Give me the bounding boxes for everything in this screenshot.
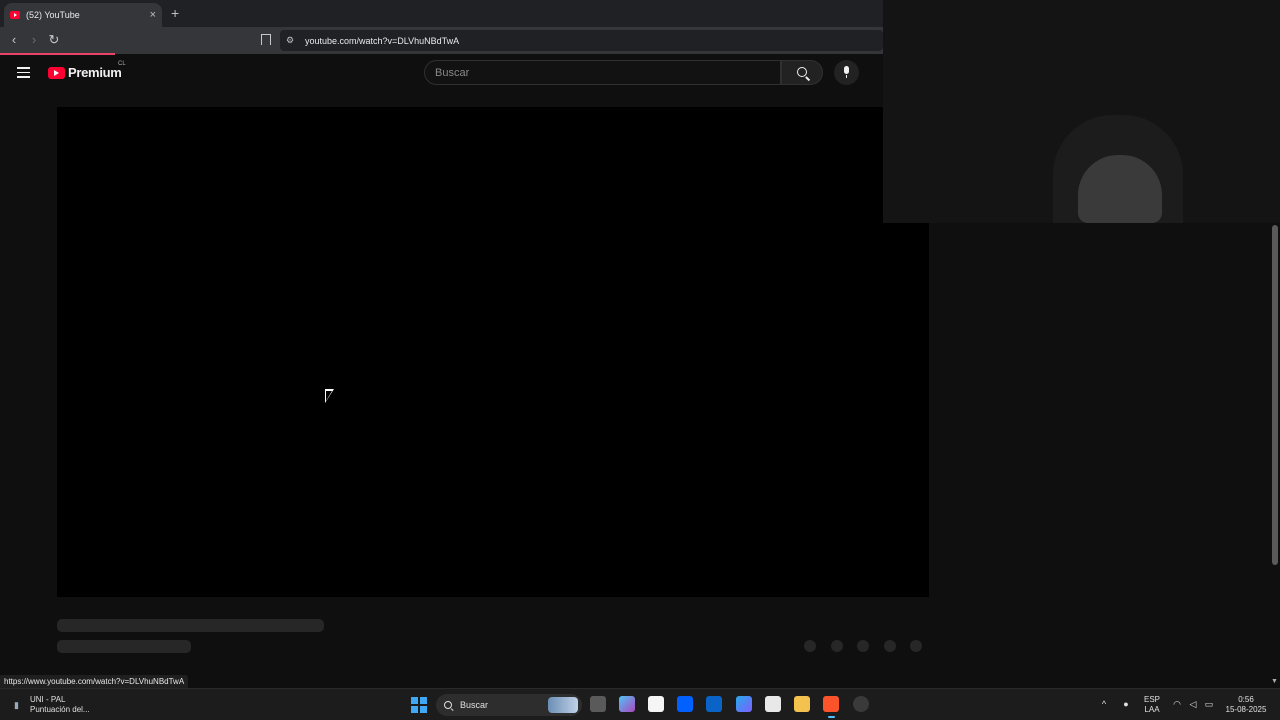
reload-button[interactable]: ↻ bbox=[46, 32, 62, 48]
browser-toolbar: ‹ › ↻ ⚙ youtube.com/watch?v=DLVhuNBdTwA bbox=[0, 27, 883, 54]
clock-date: 15-08-2025 bbox=[1225, 705, 1267, 714]
store-icon[interactable] bbox=[765, 696, 781, 712]
youtube-logo-icon bbox=[48, 66, 65, 79]
search-button[interactable] bbox=[781, 60, 823, 85]
back-button[interactable]: ‹ bbox=[6, 32, 22, 48]
youtube-premium-logo[interactable]: Premium CL bbox=[48, 61, 126, 80]
taskbar: ▮ UNI - PAL Puntuación del... Buscar ^ ●… bbox=[0, 688, 1280, 720]
battery-icon[interactable]: ▭ bbox=[1204, 699, 1214, 709]
search-placeholder: Buscar bbox=[435, 66, 470, 79]
scroll-down-icon[interactable]: ▼ bbox=[1271, 678, 1278, 685]
search-icon bbox=[444, 701, 452, 709]
bookmark-icon[interactable] bbox=[258, 32, 272, 48]
webcam-face bbox=[1078, 155, 1162, 223]
site-info-icon[interactable]: ⚙ bbox=[280, 35, 300, 46]
tray-overflow-icon[interactable]: ^ bbox=[1099, 699, 1109, 709]
tab-youtube[interactable]: (52) YouTube × bbox=[4, 3, 162, 27]
action-placeholder bbox=[857, 640, 869, 652]
taskbar-search[interactable]: Buscar bbox=[436, 694, 582, 716]
action-placeholder bbox=[831, 640, 843, 652]
dropbox-icon[interactable] bbox=[677, 696, 693, 712]
title-placeholder bbox=[57, 619, 324, 632]
tab-title: (52) YouTube bbox=[26, 10, 80, 20]
search-icon bbox=[797, 67, 807, 77]
screen: (52) YouTube × + ‹ › ↻ ⚙ youtube.com/wat… bbox=[0, 0, 1280, 720]
volume-icon[interactable]: ◁ bbox=[1188, 699, 1198, 709]
task-view-icon[interactable] bbox=[590, 696, 606, 712]
notepad-icon[interactable] bbox=[648, 696, 664, 712]
start-button[interactable] bbox=[411, 697, 427, 713]
clock-time: 0:56 bbox=[1238, 695, 1254, 704]
copilot-icon[interactable] bbox=[619, 696, 635, 712]
sports-icon: ▮ bbox=[14, 700, 19, 710]
status-link-preview: https://www.youtube.com/watch?v=DLVhuNBd… bbox=[0, 675, 189, 688]
mouse-pointer-icon bbox=[325, 389, 334, 403]
related-panel bbox=[929, 223, 1270, 688]
search-input[interactable]: Buscar bbox=[424, 60, 781, 85]
country-code: CL bbox=[118, 61, 126, 67]
search-highlight-image bbox=[548, 697, 578, 713]
logo-wordmark: Premium bbox=[68, 65, 122, 80]
webcam-overlay bbox=[883, 0, 1280, 223]
forward-button[interactable]: › bbox=[26, 32, 42, 48]
language-line-1: ESP bbox=[1143, 695, 1160, 704]
address-text: youtube.com/watch?v=DLVhuNBdTwA bbox=[305, 35, 460, 46]
tab-bar: (52) YouTube × + bbox=[0, 0, 883, 27]
menu-icon[interactable] bbox=[17, 67, 30, 78]
language-indicator[interactable]: ESP LAA bbox=[1142, 695, 1162, 715]
wifi-icon[interactable]: ◠ bbox=[1172, 699, 1182, 709]
youtube-favicon-icon bbox=[10, 11, 20, 19]
scrollbar-thumb[interactable] bbox=[1272, 225, 1278, 565]
new-tab-button[interactable]: + bbox=[171, 5, 179, 21]
tab-close-icon[interactable]: × bbox=[150, 9, 156, 21]
clock[interactable]: 0:56 15-08-2025 bbox=[1222, 695, 1270, 715]
outlook-icon[interactable] bbox=[706, 696, 722, 712]
address-bar[interactable]: ⚙ youtube.com/watch?v=DLVhuNBdTwA bbox=[280, 30, 883, 51]
action-placeholder bbox=[884, 640, 896, 652]
file-explorer-icon[interactable] bbox=[794, 696, 810, 712]
brave-browser-icon[interactable] bbox=[823, 696, 839, 718]
microphone-icon bbox=[844, 66, 849, 78]
action-placeholder bbox=[804, 640, 816, 652]
office-icon[interactable] bbox=[736, 696, 752, 712]
widget-line-1: UNI - PAL bbox=[30, 695, 66, 704]
voice-search-button[interactable] bbox=[834, 60, 859, 85]
taskbar-search-label: Buscar bbox=[460, 700, 489, 710]
action-placeholder bbox=[910, 640, 922, 652]
microphone-tray-icon[interactable]: ● bbox=[1121, 699, 1131, 709]
language-line-2: LAA bbox=[1144, 705, 1160, 714]
widgets-button[interactable]: ▮ UNI - PAL Puntuación del... bbox=[14, 695, 90, 715]
channel-placeholder bbox=[57, 640, 191, 653]
recorder-icon[interactable] bbox=[853, 696, 869, 712]
youtube-header: Premium CL Buscar bbox=[0, 55, 883, 89]
video-player[interactable] bbox=[57, 107, 929, 597]
widget-line-2: Puntuación del... bbox=[30, 705, 90, 714]
